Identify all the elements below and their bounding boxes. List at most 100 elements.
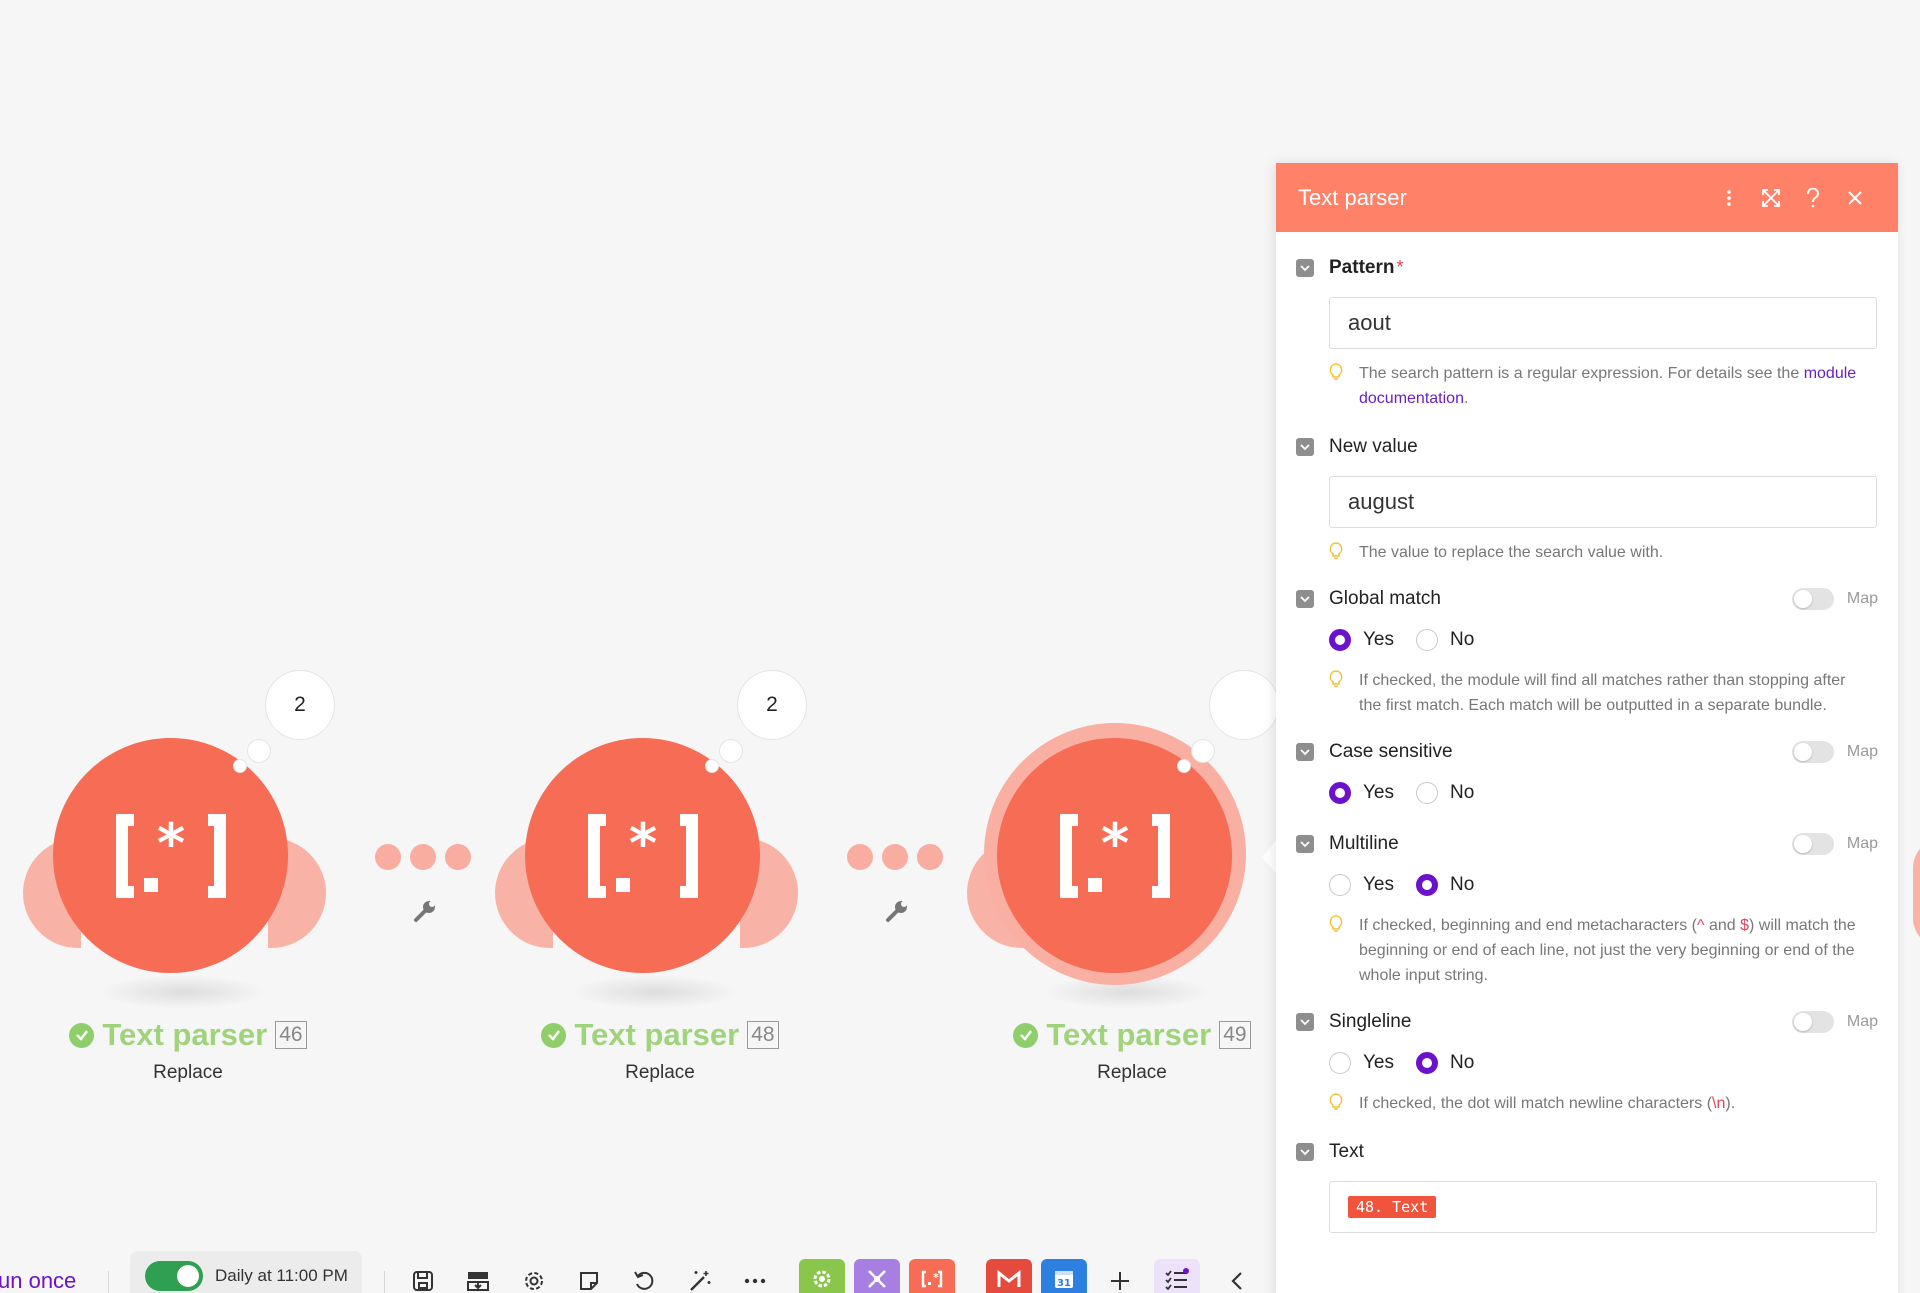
success-check-icon (69, 1022, 95, 1048)
expand-icon[interactable] (1750, 177, 1792, 219)
wrench-icon[interactable] (412, 898, 438, 924)
module-text-parser-46[interactable]: * 2 Text parser 46 Replace (23, 670, 403, 1115)
radio-yes[interactable]: Yes (1329, 629, 1394, 651)
bundle-count: 2 (766, 693, 778, 716)
help-icon[interactable] (1792, 177, 1834, 219)
bubble-dot (247, 739, 271, 763)
module-circle[interactable]: * (53, 738, 288, 973)
map-toggle[interactable] (1791, 588, 1834, 610)
module-circle[interactable]: * (997, 738, 1232, 973)
field-label: Text (1329, 1141, 1364, 1162)
collapse-icon[interactable] (1296, 1013, 1314, 1031)
radio-no[interactable]: No (1416, 1052, 1474, 1074)
wrench-icon[interactable] (884, 898, 910, 924)
lightbulb-icon (1329, 540, 1345, 565)
more-vertical-icon[interactable] (1708, 177, 1750, 219)
collapse-icon[interactable] (1296, 1143, 1314, 1161)
bundle-count-bubble[interactable]: 2 (737, 670, 807, 740)
map-toggle[interactable] (1791, 741, 1834, 763)
field-singleline: Singleline Map Yes No If checked, the do… (1296, 1009, 1878, 1116)
radio-yes[interactable]: Yes (1329, 1052, 1394, 1074)
field-label: Global match (1329, 588, 1441, 609)
field-multiline: Multiline Map Yes No If checked, beginni… (1296, 831, 1878, 988)
radio-no[interactable]: No (1416, 874, 1474, 896)
schedule-control[interactable]: Daily at 11:00 PM (130, 1251, 362, 1293)
bubble-dot (719, 739, 743, 763)
collapse-icon[interactable] (1296, 743, 1314, 761)
module-id: 49 (1219, 1021, 1251, 1049)
radio-group: Yes No (1329, 1049, 1878, 1077)
success-check-icon (541, 1022, 567, 1048)
close-icon[interactable] (1834, 177, 1876, 219)
bundle-count-bubble[interactable] (1209, 670, 1279, 740)
module-title[interactable]: Text parser (574, 1017, 739, 1053)
module-circle[interactable]: * (525, 738, 760, 973)
radio-no[interactable]: No (1416, 782, 1474, 804)
save-icon[interactable] (408, 1266, 438, 1293)
collapse-icon[interactable] (1296, 835, 1314, 853)
map-toggle[interactable] (1791, 833, 1834, 855)
collapse-icon[interactable] (1296, 259, 1314, 277)
module-label: Text parser 48 (495, 1017, 825, 1053)
google-calendar-app-icon[interactable]: 31 (1041, 1259, 1087, 1293)
success-check-icon (1013, 1022, 1039, 1048)
bubble-dot (1191, 739, 1215, 763)
text-parser-app-icon[interactable]: * (909, 1259, 955, 1293)
field-label: New value (1329, 436, 1418, 457)
module-title[interactable]: Text parser (1046, 1017, 1211, 1053)
module-shadow (98, 975, 268, 1009)
field-label: Case sensitive (1329, 741, 1453, 762)
tools-app-icon[interactable] (799, 1259, 845, 1293)
route-connector[interactable] (847, 844, 955, 870)
map-label: Map (1846, 590, 1878, 607)
field-text: Text 48. Text (1296, 1139, 1878, 1233)
module-action: Replace (625, 1062, 695, 1083)
field-hint: If checked, beginning and end metacharac… (1329, 913, 1878, 988)
map-toggle[interactable] (1791, 1011, 1834, 1033)
collapse-icon[interactable] (1296, 438, 1314, 456)
radio-no[interactable]: No (1416, 629, 1474, 651)
regex-icon: * (587, 813, 698, 898)
run-once-button[interactable]: un once (0, 1268, 76, 1293)
import-export-icon[interactable] (463, 1266, 493, 1293)
panel-header: Text parser (1276, 163, 1898, 232)
plus-icon[interactable] (1105, 1266, 1135, 1293)
mapped-value-pill[interactable]: 48. Text (1348, 1196, 1437, 1218)
field-label: Singleline (1329, 1011, 1412, 1032)
gear-icon[interactable] (519, 1266, 549, 1293)
more-icon[interactable] (740, 1266, 770, 1293)
field-hint: If checked, the dot will match newline c… (1329, 1091, 1878, 1116)
module-label: Text parser 49 (967, 1017, 1297, 1053)
text-input[interactable]: 48. Text (1329, 1181, 1877, 1233)
field-new-value: New value august The value to replace th… (1296, 434, 1878, 565)
chevron-left-icon[interactable] (1222, 1266, 1252, 1293)
field-hint: If checked, the module will find all mat… (1329, 668, 1878, 718)
flow-control-app-icon[interactable] (854, 1259, 900, 1293)
radio-group: Yes No (1329, 626, 1878, 654)
notes-icon[interactable] (574, 1266, 604, 1293)
collapse-icon[interactable] (1296, 590, 1314, 608)
next-module-port (1913, 838, 1920, 948)
undo-icon[interactable] (629, 1266, 659, 1293)
pattern-input[interactable]: aout (1329, 297, 1877, 349)
module-settings-panel: Text parser Pattern * aout The search pat… (1276, 163, 1898, 1293)
new-value-input[interactable]: august (1329, 476, 1877, 528)
route-connector[interactable] (375, 844, 483, 870)
module-text-parser-48[interactable]: * 2 Text parser 48 Replace (495, 670, 875, 1115)
bundle-count: 2 (294, 693, 306, 716)
radio-yes[interactable]: Yes (1329, 782, 1394, 804)
checklist-icon[interactable] (1154, 1259, 1200, 1293)
lightbulb-icon (1329, 668, 1345, 718)
map-label: Map (1846, 1013, 1878, 1030)
module-shadow (570, 975, 740, 1009)
radio-yes[interactable]: Yes (1329, 874, 1394, 896)
magic-wand-icon[interactable] (685, 1266, 715, 1293)
gmail-app-icon[interactable] (986, 1259, 1032, 1293)
svg-text:*: * (628, 814, 656, 875)
field-hint: The search pattern is a regular expressi… (1329, 361, 1878, 411)
module-title[interactable]: Text parser (102, 1017, 267, 1053)
scheduling-toggle[interactable] (145, 1261, 203, 1291)
lightbulb-icon (1329, 1091, 1345, 1116)
schedule-label[interactable]: Daily at 11:00 PM (215, 1266, 348, 1286)
bundle-count-bubble[interactable]: 2 (265, 670, 335, 740)
